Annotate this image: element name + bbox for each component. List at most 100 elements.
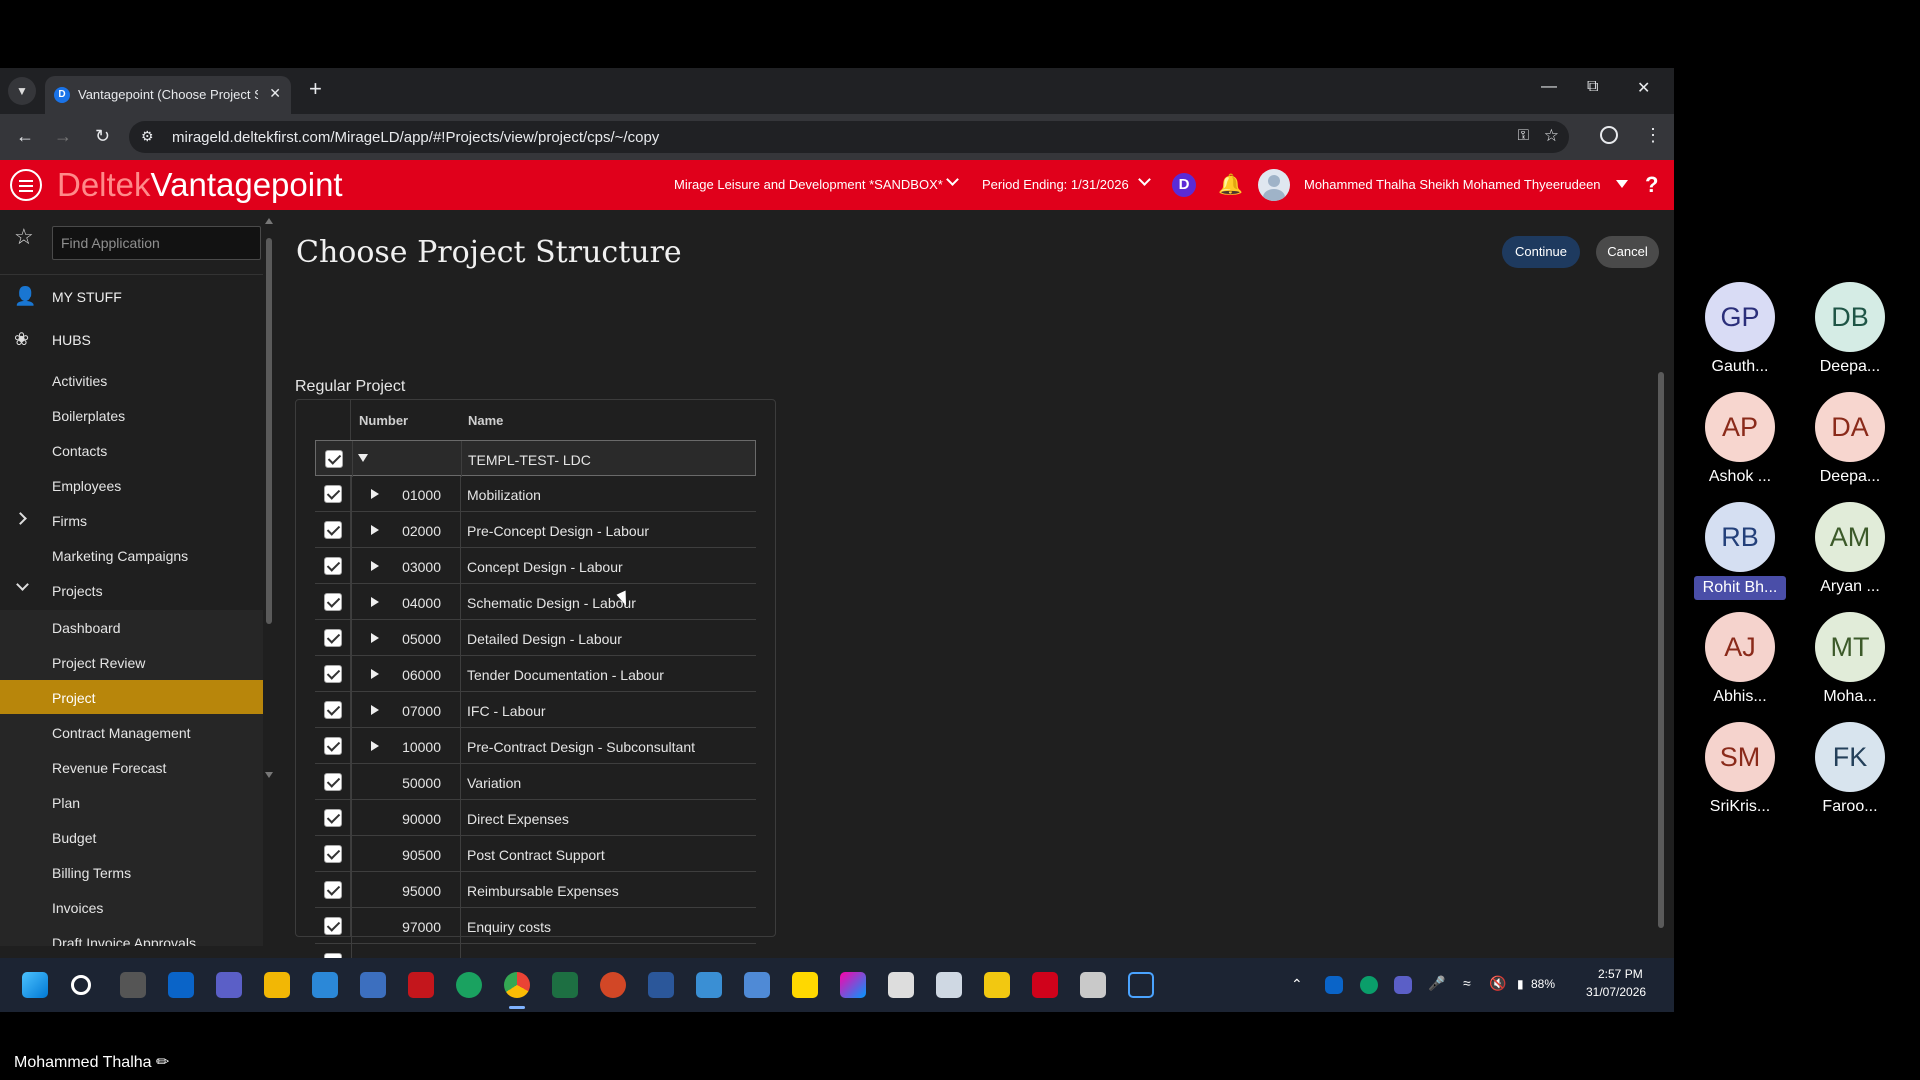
participant-tile[interactable]: AJ Abhis... [1694, 612, 1786, 705]
row-checkbox[interactable] [324, 845, 342, 863]
webex-icon[interactable] [1128, 972, 1154, 998]
period-chevron-down-icon[interactable] [1138, 173, 1151, 186]
power-bi-icon[interactable] [984, 972, 1010, 998]
bell-icon[interactable]: 🔔 [1218, 172, 1243, 197]
sidebar-item-contract-management[interactable]: Contract Management [0, 715, 263, 749]
notepad-icon[interactable] [744, 972, 770, 998]
sidebar-item-firms[interactable]: Firms [0, 503, 263, 537]
wifi-icon[interactable]: ≈ [1463, 975, 1471, 991]
sidebar-section-my-stuff[interactable]: 👤 MY STUFF [0, 276, 263, 316]
table-row[interactable]: 05000 Detailed Design - Labour [315, 620, 756, 656]
sidebar-item-draft-invoice-approvals[interactable]: Draft Invoice Approvals [0, 925, 263, 946]
sidebar-item-invoices[interactable]: Invoices [0, 890, 263, 924]
participant-tile[interactable]: RB Rohit Bh... [1694, 502, 1786, 600]
l-app-icon[interactable] [1032, 972, 1058, 998]
table-row[interactable]: 90500 Post Contract Support [315, 836, 756, 872]
table-row[interactable]: 90000 Direct Expenses [315, 800, 756, 836]
site-info-icon[interactable]: ⚙ [141, 128, 154, 145]
battery-icon[interactable]: ▮ [1517, 977, 1524, 991]
sidebar-item-revenue-forecast[interactable]: Revenue Forecast [0, 750, 263, 784]
main-scrollbar[interactable] [1657, 360, 1665, 942]
tray-outlook-icon[interactable] [1325, 976, 1343, 994]
tray-sync-icon[interactable] [1360, 976, 1378, 994]
row-checkbox[interactable] [324, 557, 342, 575]
sidebar-item-employees[interactable]: Employees [0, 468, 263, 502]
sidebar-item-project-review[interactable]: Project Review [0, 645, 263, 679]
table-row[interactable]: 03000 Concept Design - Labour [315, 548, 756, 584]
restore-icon[interactable]: ⧉ [1587, 78, 1598, 96]
participant-tile[interactable]: MT Moha... [1804, 612, 1896, 705]
outlook-icon[interactable] [168, 972, 194, 998]
task-view-icon[interactable] [120, 972, 146, 998]
url-field[interactable]: ⚙ mirageld.deltekfirst.com/MirageLD/app/… [129, 121, 1569, 153]
participant-tile[interactable]: FK Faroo... [1804, 722, 1896, 815]
tab-close-icon[interactable]: ✕ [269, 85, 281, 102]
password-key-icon[interactable]: ⚿ [1518, 127, 1529, 144]
sidebar-section-hubs[interactable]: ❀ HUBS [0, 319, 263, 359]
browser-tab[interactable]: D Vantagepoint (Choose Project S ✕ [45, 76, 291, 114]
help-icon[interactable]: ? [1645, 172, 1658, 198]
find-application-input[interactable] [52, 226, 261, 260]
column-header-number[interactable]: Number [359, 413, 408, 428]
participant-tile[interactable]: DA Deepa... [1804, 392, 1896, 485]
scroll-up-icon[interactable] [265, 218, 273, 224]
table-row[interactable]: 01000 Mobilization [315, 476, 756, 512]
sidebar-item-marketing-campaigns[interactable]: Marketing Campaigns [0, 538, 263, 572]
sidebar-scroll-thumb[interactable] [266, 238, 272, 624]
participant-tile[interactable]: GP Gauth... [1694, 282, 1786, 375]
table-row[interactable]: 04000 Schematic Design - Labour [315, 584, 756, 620]
row-checkbox[interactable] [324, 809, 342, 827]
cancel-button[interactable]: Cancel [1596, 236, 1659, 268]
acrobat-icon[interactable] [408, 972, 434, 998]
sidebar-item-activities[interactable]: Activities [0, 363, 263, 397]
tools-icon[interactable] [1080, 972, 1106, 998]
sidebar-item-projects[interactable]: Projects [0, 573, 263, 607]
copilot-icon[interactable] [840, 972, 866, 998]
row-checkbox[interactable] [324, 629, 342, 647]
user-avatar[interactable] [1258, 169, 1290, 201]
excel-icon[interactable] [552, 972, 578, 998]
table-row[interactable]: 07000 IFC - Labour [315, 692, 756, 728]
table-row[interactable]: 02000 Pre-Concept Design - Labour [315, 512, 756, 548]
edge-icon[interactable] [456, 972, 482, 998]
remote-desktop-icon[interactable] [936, 972, 962, 998]
hamburger-menu-icon[interactable] [10, 169, 42, 201]
tray-overflow-icon[interactable]: ⌃ [1291, 976, 1303, 993]
store-icon[interactable] [888, 972, 914, 998]
table-row[interactable]: 97000 Enquiry costs [315, 908, 756, 944]
period-selector[interactable]: Period Ending: 1/31/2026 [982, 177, 1129, 192]
row-checkbox[interactable] [324, 521, 342, 539]
chrome-icon[interactable] [504, 972, 530, 998]
volume-muted-icon[interactable]: 🔇 [1489, 975, 1506, 992]
table-row[interactable]: 10000 Pre-Contract Design - Subconsultant [315, 728, 756, 764]
row-checkbox[interactable] [324, 665, 342, 683]
sidebar-item-plan[interactable]: Plan [0, 785, 263, 819]
search-icon[interactable] [71, 975, 91, 995]
sticky-notes-icon[interactable] [792, 972, 818, 998]
row-checkbox[interactable] [324, 773, 342, 791]
row-checkbox[interactable] [324, 737, 342, 755]
row-checkbox[interactable] [324, 881, 342, 899]
clock-date[interactable]: 31/07/2026 [1586, 985, 1646, 999]
table-row[interactable]: 95000 Reimbursable Expenses [315, 872, 756, 908]
sidebar-scrollbar[interactable] [265, 218, 273, 778]
tray-teams-icon[interactable] [1394, 976, 1412, 994]
row-checkbox[interactable] [324, 701, 342, 719]
user-name[interactable]: Mohammed Thalha Sheikh Mohamed Thyeerude… [1304, 177, 1601, 192]
sidebar-item-billing-terms[interactable]: Billing Terms [0, 855, 263, 889]
collapse-caret-icon[interactable] [358, 454, 368, 462]
browser-profile-icon[interactable] [1600, 126, 1618, 144]
sidebar-item-boilerplates[interactable]: Boilerplates [0, 398, 263, 432]
company-chevron-down-icon[interactable] [946, 173, 959, 186]
row-checkbox[interactable] [325, 450, 343, 468]
calculator-icon[interactable] [360, 972, 386, 998]
participant-tile[interactable]: AP Ashok ... [1694, 392, 1786, 485]
row-checkbox[interactable] [324, 917, 342, 935]
sidebar-item-contacts[interactable]: Contacts [0, 433, 263, 467]
d-badge-icon[interactable]: D [1172, 173, 1196, 197]
company-selector[interactable]: Mirage Leisure and Development *SANDBOX* [674, 177, 943, 192]
new-tab-icon[interactable]: + [309, 78, 322, 100]
back-icon[interactable]: ← [16, 126, 34, 147]
participant-tile[interactable]: AM Aryan ... [1804, 502, 1896, 595]
table-row[interactable]: 06000 Tender Documentation - Labour [315, 656, 756, 692]
